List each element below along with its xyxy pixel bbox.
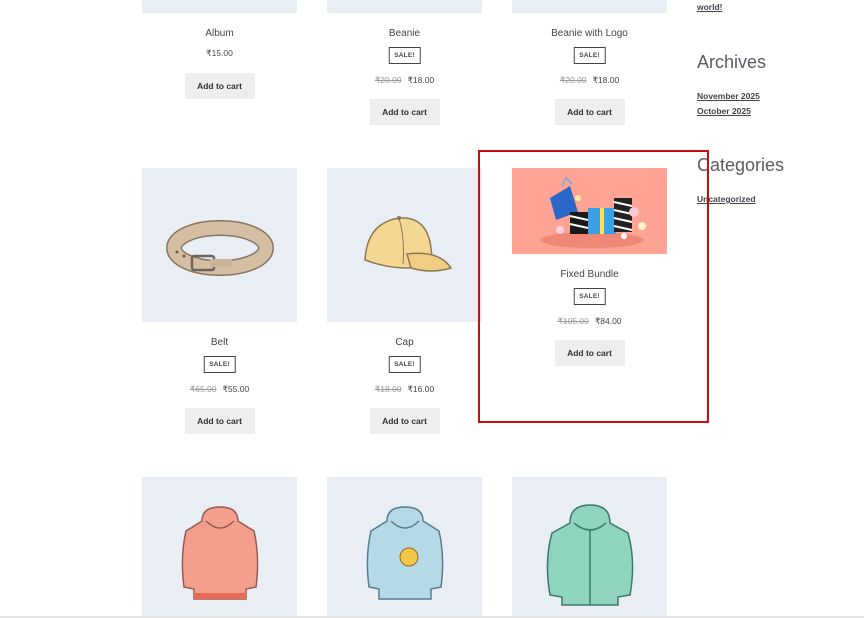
sale-price: ₹18.00 [592,75,620,85]
hoodie-icon [181,506,259,600]
old-price: ₹65.00 [189,384,217,394]
product-image[interactable] [142,477,297,616]
old-price: ₹20.00 [559,75,587,85]
product-image[interactable] [142,168,297,322]
product-title[interactable]: Cap [327,337,482,348]
add-to-cart-button[interactable]: Add to cart [184,408,255,434]
product-image[interactable] [512,0,667,13]
product-price: ₹18.00 ₹16.00 [327,384,482,395]
add-to-cart-button[interactable]: Add to cart [369,99,440,125]
sale-price: ₹16.00 [407,384,435,394]
product-price: ₹20.00 ₹18.00 [327,75,482,86]
sale-badge: SALE! [203,356,236,373]
add-to-cart-button[interactable]: Add to cart [369,408,440,434]
product-image[interactable] [512,477,667,616]
archive-link-november-2025[interactable]: November 2025 [697,89,760,104]
product-hoodie-with-logo [327,477,482,616]
archive-link-october-2025[interactable]: October 2025 [697,104,751,119]
categories-heading: Categories [697,155,785,175]
product-hoodie [142,477,297,616]
product-title[interactable]: Beanie with Logo [512,28,667,39]
product-album: Album ₹15.00 Add to cart [142,0,297,110]
product-cap: Cap SALE! ₹18.00 ₹16.00 Add to cart [327,168,482,438]
sale-price: ₹55.00 [222,384,250,394]
product-title[interactable]: Belt [142,337,297,348]
product-price: ₹65.00 ₹55.00 [142,384,297,395]
product-beanie: Beanie SALE! ₹20.00 ₹18.00 Add to cart [327,0,482,130]
sale-badge: SALE! [573,47,606,64]
add-to-cart-button[interactable]: Add to cart [554,99,625,125]
product-image[interactable] [142,0,297,13]
old-price: ₹20.00 [374,75,402,85]
selection-highlight [478,150,709,423]
product-price: ₹20.00 ₹18.00 [512,75,667,86]
product-title[interactable]: Album [142,28,297,39]
sale-price: ₹18.00 [407,75,435,85]
zip-hoodie-icon [546,504,634,606]
old-price: ₹18.00 [374,384,402,394]
product-hoodie-with-zipper [512,477,667,616]
sale-badge: SALE! [388,356,421,373]
recent-post-link[interactable]: world! [697,0,723,15]
add-to-cart-button[interactable]: Add to cart [184,73,255,99]
sale-badge: SALE! [388,47,421,64]
product-beanie-with-logo: Beanie with Logo SALE! ₹20.00 ₹18.00 Add … [512,0,667,130]
cap-icon [364,216,453,272]
product-belt: Belt SALE! ₹65.00 ₹55.00 Add to cart [142,168,297,438]
hoodie-with-logo-icon [366,506,444,600]
belt-icon [166,220,274,276]
product-image[interactable] [327,168,482,322]
product-title[interactable]: Beanie [327,28,482,39]
product-price: ₹15.00 [206,48,233,58]
product-image[interactable] [327,477,482,616]
product-image[interactable] [327,0,482,13]
archives-heading: Archives [697,52,767,72]
